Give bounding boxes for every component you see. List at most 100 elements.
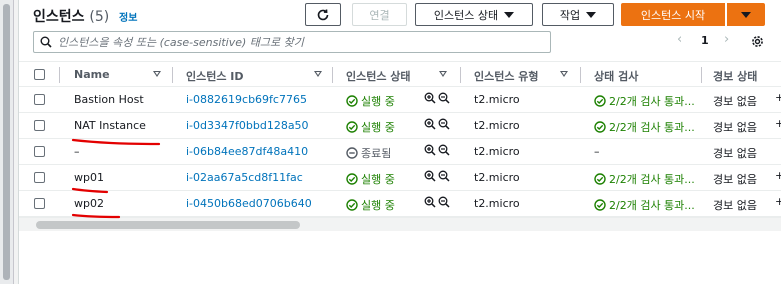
column-divider xyxy=(701,67,702,83)
select-all-checkbox[interactable] xyxy=(34,69,45,80)
instances-panel: 인스턴스 (5) 정보 연결 인스턴스 상태 작업 인스턴스 시작 인스턴스을 … xyxy=(18,0,781,284)
instance-id-link[interactable]: i-0450b68ed0706b640 xyxy=(186,197,312,210)
refresh-button[interactable] xyxy=(305,3,341,26)
zoom-out-icon[interactable] xyxy=(438,92,450,104)
instance-id-link[interactable]: i-02aa67a5cd8f11fac xyxy=(186,171,303,184)
add-alarm-icon[interactable]: + xyxy=(775,169,781,182)
alarm-status: 경보 없음 xyxy=(713,199,757,212)
status-check: 2/2개 검사 통과... xyxy=(594,93,695,109)
sort-icon[interactable] xyxy=(314,71,322,77)
instance-id-link[interactable]: i-06b84ee87df48a410 xyxy=(186,145,308,158)
instance-state: 실행 중 xyxy=(346,197,395,213)
add-alarm-icon[interactable]: + xyxy=(775,91,781,104)
caret-down-icon xyxy=(586,11,597,18)
check-circle-icon xyxy=(346,121,358,133)
table-row[interactable]: – i-06b84ee87df48a410 종료됨 t2.micro – 경보 … xyxy=(19,139,781,165)
sort-icon[interactable] xyxy=(153,71,161,77)
column-divider xyxy=(332,67,333,83)
connect-label: 연결 xyxy=(369,8,390,22)
column-divider xyxy=(59,67,60,83)
launch-instances-button[interactable]: 인스턴스 시작 xyxy=(621,3,725,26)
zoom-in-icon[interactable] xyxy=(424,170,436,182)
instance-id-link[interactable]: i-0d3347f0bbd128a50 xyxy=(186,119,309,132)
status-check: 2/2개 검사 통과... xyxy=(594,119,695,135)
instance-type: t2.micro xyxy=(474,197,520,210)
check-circle-icon xyxy=(346,173,358,185)
zoom-in-icon[interactable] xyxy=(424,92,436,104)
instance-state: 종료됨 xyxy=(346,145,391,161)
instance-state-text: 실행 중 xyxy=(361,121,395,134)
column-divider xyxy=(580,67,581,83)
column-header-instance-id[interactable]: 인스턴스 ID xyxy=(186,68,244,84)
table-row[interactable]: Bastion Host i-0882619cb69fc7765 실행 중 t2… xyxy=(19,87,781,113)
zoom-controls xyxy=(424,92,450,104)
add-alarm-icon[interactable]: + xyxy=(775,195,781,208)
instance-type: t2.micro xyxy=(474,145,520,158)
instance-state: 실행 중 xyxy=(346,93,395,109)
zoom-in-icon[interactable] xyxy=(424,196,436,208)
column-header-instance-state[interactable]: 인스턴스 상태 xyxy=(346,68,411,84)
search-input[interactable]: 인스턴스을 속성 또는 (case-sensitive) 태그로 찾기 xyxy=(33,31,551,53)
instance-count: (5) xyxy=(89,9,110,25)
connect-button[interactable]: 연결 xyxy=(352,3,407,26)
page-title: 인스턴스 (5) xyxy=(33,6,109,26)
instance-state-text: 실행 중 xyxy=(361,199,395,212)
status-check: 2/2개 검사 통과... xyxy=(594,197,695,213)
row-checkbox[interactable] xyxy=(34,172,45,183)
info-link[interactable]: 정보 xyxy=(119,9,137,24)
caret-down-icon xyxy=(504,11,515,18)
page-scrollbar[interactable] xyxy=(0,0,14,284)
instance-state-dropdown[interactable]: 인스턴스 상태 xyxy=(415,3,533,26)
alarm-status: 경보 없음 xyxy=(713,95,757,108)
row-checkbox[interactable] xyxy=(34,198,45,209)
column-divider xyxy=(460,67,461,83)
instance-state: 실행 중 xyxy=(346,119,395,135)
row-checkbox[interactable] xyxy=(34,120,45,131)
alarm-status: 경보 없음 xyxy=(713,173,757,186)
column-header-status-check[interactable]: 상태 검사 xyxy=(594,68,638,84)
actions-label: 작업 xyxy=(559,8,581,22)
instance-name: wp01 xyxy=(74,171,104,184)
zoom-controls xyxy=(424,144,450,156)
actions-dropdown[interactable]: 작업 xyxy=(542,3,614,26)
instance-name: – xyxy=(74,145,80,158)
alarm-status: 경보 없음 xyxy=(713,147,757,160)
status-check-text: 2/2개 검사 통과... xyxy=(609,95,695,108)
prev-page-icon[interactable]: ‹ xyxy=(677,32,682,47)
sort-icon[interactable] xyxy=(560,71,568,77)
instance-type: t2.micro xyxy=(474,119,520,132)
instance-type: t2.micro xyxy=(474,93,520,106)
check-circle-icon xyxy=(594,121,606,133)
zoom-out-icon[interactable] xyxy=(438,118,450,130)
zoom-out-icon[interactable] xyxy=(438,144,450,156)
zoom-controls xyxy=(424,196,450,208)
add-alarm-icon[interactable]: + xyxy=(775,117,781,130)
instance-id-link[interactable]: i-0882619cb69fc7765 xyxy=(186,93,307,106)
instance-state-label: 인스턴스 상태 xyxy=(433,8,499,22)
zoom-in-icon[interactable] xyxy=(424,144,436,156)
zoom-in-icon[interactable] xyxy=(424,118,436,130)
zoom-out-icon[interactable] xyxy=(438,170,450,182)
horizontal-scrollbar-thumb[interactable] xyxy=(36,221,300,229)
gear-icon[interactable] xyxy=(751,35,764,48)
table-row[interactable]: NAT Instance i-0d3347f0bbd128a50 실행 중 t2… xyxy=(19,113,781,139)
table-header: Name 인스턴스 ID 인스턴스 상태 인스턴스 유형 상태 검사 경보 상태 xyxy=(19,61,781,87)
launch-options-dropdown[interactable] xyxy=(727,3,765,26)
column-header-alarm-status[interactable]: 경보 상태 xyxy=(713,68,757,84)
sort-icon[interactable] xyxy=(439,71,447,77)
column-header-name[interactable]: Name xyxy=(74,68,110,81)
launch-label: 인스턴스 시작 xyxy=(640,8,706,22)
zoom-out-icon[interactable] xyxy=(438,196,450,208)
status-check-text: 2/2개 검사 통과... xyxy=(609,121,695,134)
current-page[interactable]: 1 xyxy=(701,34,709,47)
instance-state: 실행 중 xyxy=(346,171,395,187)
row-checkbox[interactable] xyxy=(34,146,45,157)
zoom-controls xyxy=(424,118,450,130)
horizontal-scrollbar[interactable] xyxy=(19,217,781,231)
column-header-instance-type[interactable]: 인스턴스 유형 xyxy=(474,68,539,84)
table-row[interactable]: wp02 i-0450b68ed0706b640 실행 중 t2.micro 2… xyxy=(19,191,781,217)
table-row[interactable]: wp01 i-02aa67a5cd8f11fac 실행 중 t2.micro 2… xyxy=(19,165,781,191)
next-page-icon[interactable]: › xyxy=(724,32,729,47)
page-scrollbar-thumb[interactable] xyxy=(3,4,10,280)
row-checkbox[interactable] xyxy=(34,94,45,105)
